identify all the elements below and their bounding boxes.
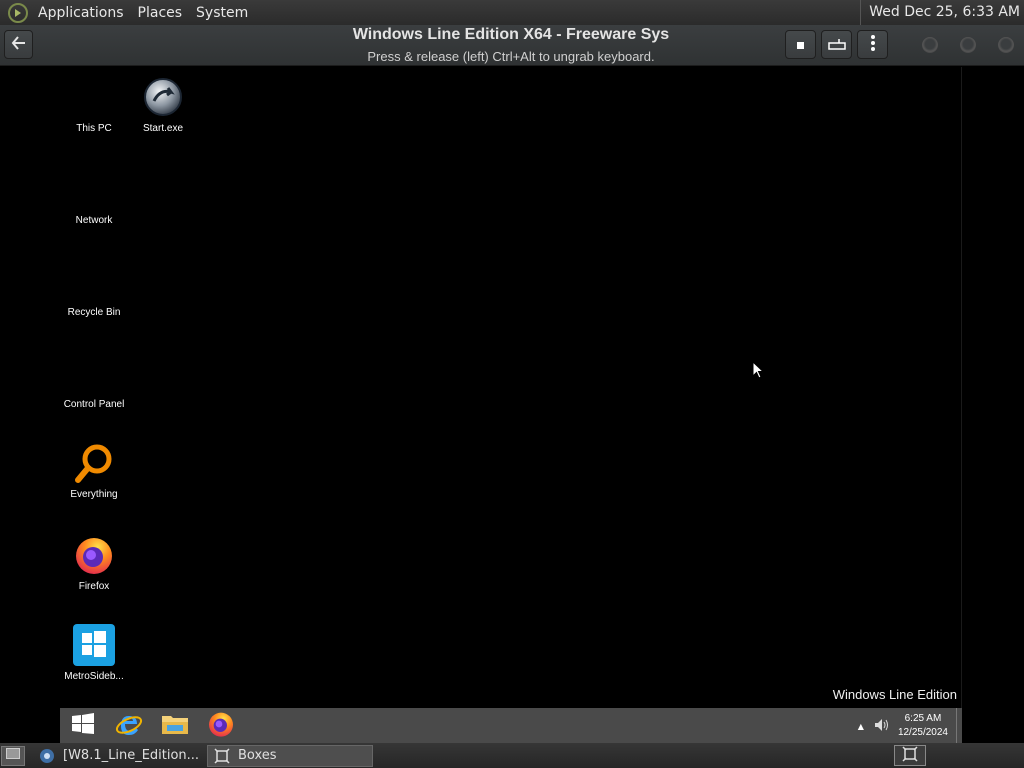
minimize-window-button[interactable] (922, 37, 938, 53)
task-label: [W8.1_Line_Edition... (63, 748, 199, 763)
menu-applications[interactable]: Applications (34, 5, 128, 21)
desktop-icon (6, 748, 20, 763)
taskbar-item-vm[interactable]: [W8.1_Line_Edition... (33, 745, 199, 767)
metro-sidebar-icon (72, 623, 116, 667)
desktop-icon-label: Firefox (78, 581, 110, 592)
taskbar-date: 12/25/2024 (897, 727, 948, 738)
recycle-bin-icon (72, 259, 116, 303)
desktop-icon-metrosidebar[interactable]: MetroSideb... (54, 623, 134, 682)
gnome-bottom-panel: [W8.1_Line_Edition... Boxes (0, 743, 1024, 768)
taskbar-clock[interactable]: 6:25 AM 12/25/2024 (898, 712, 948, 740)
send-keys-button[interactable] (821, 30, 852, 59)
desktop-icon-label: MetroSideb... (64, 671, 124, 682)
close-window-button[interactable] (998, 37, 1014, 53)
everything-search-icon (72, 441, 116, 485)
desktop-icon-start-exe[interactable]: Start.exe (123, 75, 203, 134)
menu-button[interactable] (857, 30, 888, 59)
maximize-window-button[interactable] (960, 37, 976, 53)
show-desktop-panel-button[interactable] (1, 745, 25, 766)
gnome-top-panel: Applications Places System Wed Dec 25, 6… (0, 0, 1024, 25)
windows-start-button[interactable] (60, 708, 106, 744)
mouse-cursor-icon (752, 360, 765, 383)
desktop-icon-label: This PC (76, 123, 112, 134)
this-pc-icon (72, 75, 116, 119)
show-hidden-icons-arrow[interactable]: ▲ (858, 722, 864, 731)
show-desktop-button[interactable] (956, 708, 962, 744)
taskbar-time: 6:25 AM (904, 713, 942, 724)
vm-icon (39, 748, 55, 764)
firefox-icon (72, 533, 116, 577)
control-panel-icon (72, 351, 116, 395)
desktop-icon-network[interactable]: Network (54, 167, 134, 226)
boxes-header-bar: Windows Line Edition X64 - Freeware Sys … (0, 25, 1024, 66)
file-explorer-icon (161, 712, 189, 740)
desktop-icon-label: Everything (70, 489, 118, 500)
desktop-icon-label: Start.exe (142, 123, 184, 134)
boxes-icon (214, 747, 230, 764)
volume-icon[interactable] (874, 717, 890, 736)
network-icon (72, 167, 116, 211)
vertical-dots-icon (870, 34, 875, 55)
keyboard-icon (827, 35, 846, 54)
desktop-icon-label: Control Panel (63, 399, 125, 410)
firefox-icon (207, 710, 235, 742)
taskbar-internet-explorer[interactable] (106, 708, 152, 744)
applications-logo-icon[interactable] (8, 2, 28, 23)
desktop-icon-recycle-bin[interactable]: Recycle Bin (54, 259, 134, 318)
desktop-icon-this-pc[interactable]: This PC (54, 75, 134, 134)
desktop-icon-label: Network (75, 215, 113, 226)
taskbar-file-explorer[interactable] (152, 708, 198, 744)
desktop-icon-label: Recycle Bin (67, 307, 121, 318)
desktop-icon-control-panel[interactable]: Control Panel (54, 351, 134, 410)
stop-icon (796, 35, 805, 54)
windows-start-icon (71, 712, 95, 740)
vm-display[interactable]: This PC Start.exe Network Recycle Bin Co… (0, 67, 962, 744)
internet-explorer-icon (115, 710, 143, 742)
boxes-icon (902, 745, 918, 766)
edition-watermark: Windows Line Edition (832, 687, 957, 702)
desktop-icon-everything[interactable]: Everything (54, 441, 134, 500)
taskbar-firefox[interactable] (198, 708, 244, 744)
stop-button[interactable] (785, 30, 816, 59)
system-tray: ▲ 6:25 AM 12/25/2024 (858, 708, 962, 744)
taskbar-item-boxes[interactable]: Boxes (207, 744, 373, 767)
workspace-switcher[interactable] (894, 745, 926, 766)
panel-clock[interactable]: Wed Dec 25, 6:33 AM (860, 0, 1020, 25)
start-exe-icon (141, 75, 185, 119)
task-label: Boxes (238, 748, 277, 763)
menu-places[interactable]: Places (134, 5, 187, 21)
desktop-icon-firefox[interactable]: Firefox (54, 533, 134, 592)
menu-system[interactable]: System (192, 5, 252, 21)
windows-taskbar: ▲ 6:25 AM 12/25/2024 (60, 708, 962, 744)
